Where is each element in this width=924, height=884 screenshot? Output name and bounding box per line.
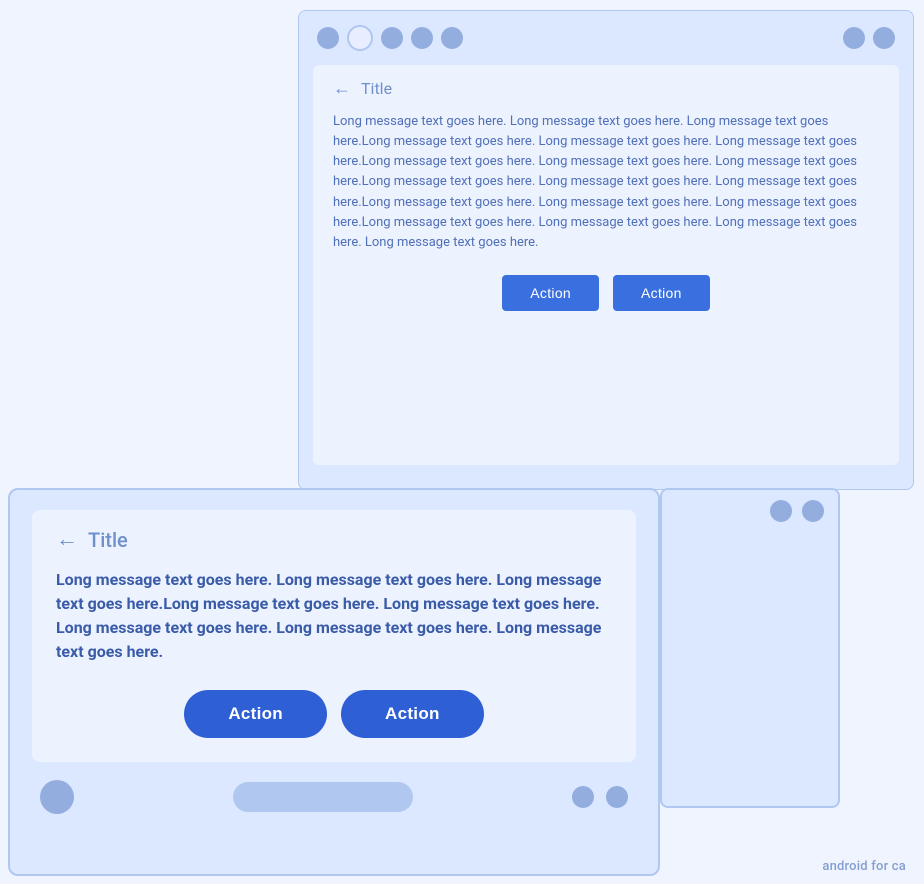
bottom-title: Title [88,528,128,552]
status-bar-left-dots [317,25,463,51]
top-buttons-row: Action Action [333,275,879,311]
status-dot-2 [347,25,373,51]
top-action-button-2[interactable]: Action [613,275,710,311]
bottom-title-bar: ← Title [56,528,612,552]
status-dot-5 [441,27,463,49]
status-bar-right-dots [843,27,895,49]
status-bar-top [299,11,913,65]
status-dot-3 [381,27,403,49]
top-title: Title [361,79,392,98]
panel-right-nav [662,490,838,532]
bottom-phone-content: ← Title Long message text goes here. Lon… [32,510,636,762]
bottom-action-button-2[interactable]: Action [341,690,484,738]
bottom-message-text: Long message text goes here. Long messag… [56,568,612,664]
bottom-nav-bar [10,770,658,824]
nav-pill [233,782,413,812]
nav-dot-r2 [606,786,628,808]
top-message-text: Long message text goes here. Long messag… [333,112,879,253]
back-arrow-icon[interactable]: ← [333,80,351,98]
top-title-bar: ← Title [333,79,879,98]
bottom-action-button-1[interactable]: Action [184,690,327,738]
nav-right-dots [572,786,628,808]
bottom-back-arrow-icon[interactable]: ← [56,529,78,551]
top-phone-content: ← Title Long message text goes here. Lon… [313,65,899,465]
bottom-buttons-row: Action Action [56,690,612,738]
nav-dot-left [40,780,74,814]
status-dot-r2 [873,27,895,49]
phone-bottom-frame: ← Title Long message text goes here. Lon… [8,488,660,876]
top-action-button-1[interactable]: Action [502,275,599,311]
status-dot-4 [411,27,433,49]
nav-dot-r1 [572,786,594,808]
status-dot-1 [317,27,339,49]
panel-dot-1 [770,500,792,522]
panel-dot-2 [802,500,824,522]
watermark: android for ca [822,859,906,874]
status-dot-r1 [843,27,865,49]
phone-top-frame: ← Title Long message text goes here. Lon… [298,10,914,490]
panel-right [660,488,840,808]
